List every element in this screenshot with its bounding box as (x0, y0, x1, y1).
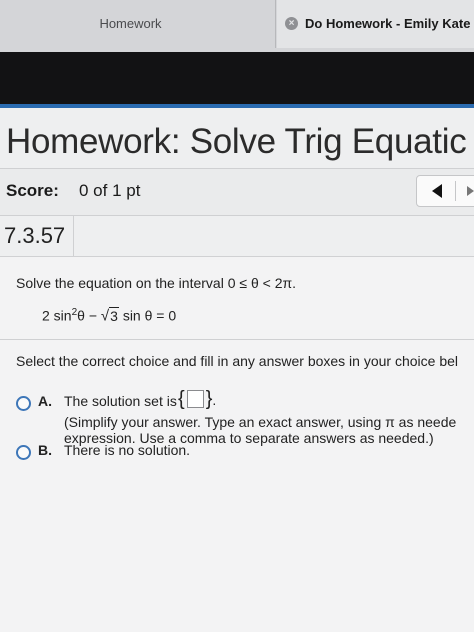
select-instruction: Select the correct choice and fill in an… (16, 353, 459, 369)
score-value: 0 of 1 pt (79, 181, 141, 200)
sqrt-symbol: √ (100, 307, 110, 325)
question-nav (416, 175, 474, 207)
nav-divider (455, 181, 456, 201)
equation-left-coeff: 2 sin (42, 307, 72, 324)
equation-radicand: 3 (109, 306, 119, 324)
equation-tail: sin θ = 0 (122, 307, 177, 324)
question-instruction: Solve the equation on the interval 0 ≤ θ… (16, 275, 297, 291)
choice-a-letter: A. (38, 393, 52, 409)
answer-period: . (212, 392, 217, 408)
choice-b-radio[interactable] (16, 445, 31, 460)
problem-number: 7.3.57 (0, 216, 74, 256)
choice-b-text: There is no solution. (64, 442, 191, 458)
choice-a-text: The solution set is (64, 393, 177, 409)
page-title: Homework: Solve Trig Equatic (6, 122, 467, 161)
equation-after-exp: θ − (77, 307, 97, 324)
panel-divider (0, 339, 474, 340)
tab-do-homework-label: Do Homework - Emily Kate (305, 16, 471, 31)
solution-set-answer: {}. (178, 388, 216, 411)
choice-b-letter: B. (38, 442, 52, 458)
score-label: Score: (6, 181, 59, 200)
equation: 2 sin2θ − √3 sin θ = 0 (42, 306, 177, 325)
header-band (0, 52, 474, 106)
close-icon[interactable]: × (285, 17, 298, 30)
tab-do-homework[interactable]: × Do Homework - Emily Kate (277, 0, 474, 48)
question-panel: Solve the equation on the interval 0 ≤ θ… (0, 257, 474, 632)
browser-tab-bar: Homework × Do Homework - Emily Kate (0, 0, 474, 52)
tab-homework[interactable]: Homework (0, 0, 276, 48)
triangle-left-icon[interactable] (432, 184, 442, 198)
choice-a-radio[interactable] (16, 396, 31, 411)
answer-input-box[interactable] (186, 390, 204, 408)
score-bar: Score: 0 of 1 pt (0, 168, 474, 216)
brace-open: { (178, 388, 185, 410)
homework-page: Homework: Solve Trig Equatic Score: 0 of… (0, 108, 474, 632)
choice-a-hint-line1: (Simplify your answer. Type an exact ans… (64, 414, 457, 430)
tab-homework-label: Homework (99, 16, 162, 31)
triangle-right-icon[interactable] (467, 186, 474, 196)
